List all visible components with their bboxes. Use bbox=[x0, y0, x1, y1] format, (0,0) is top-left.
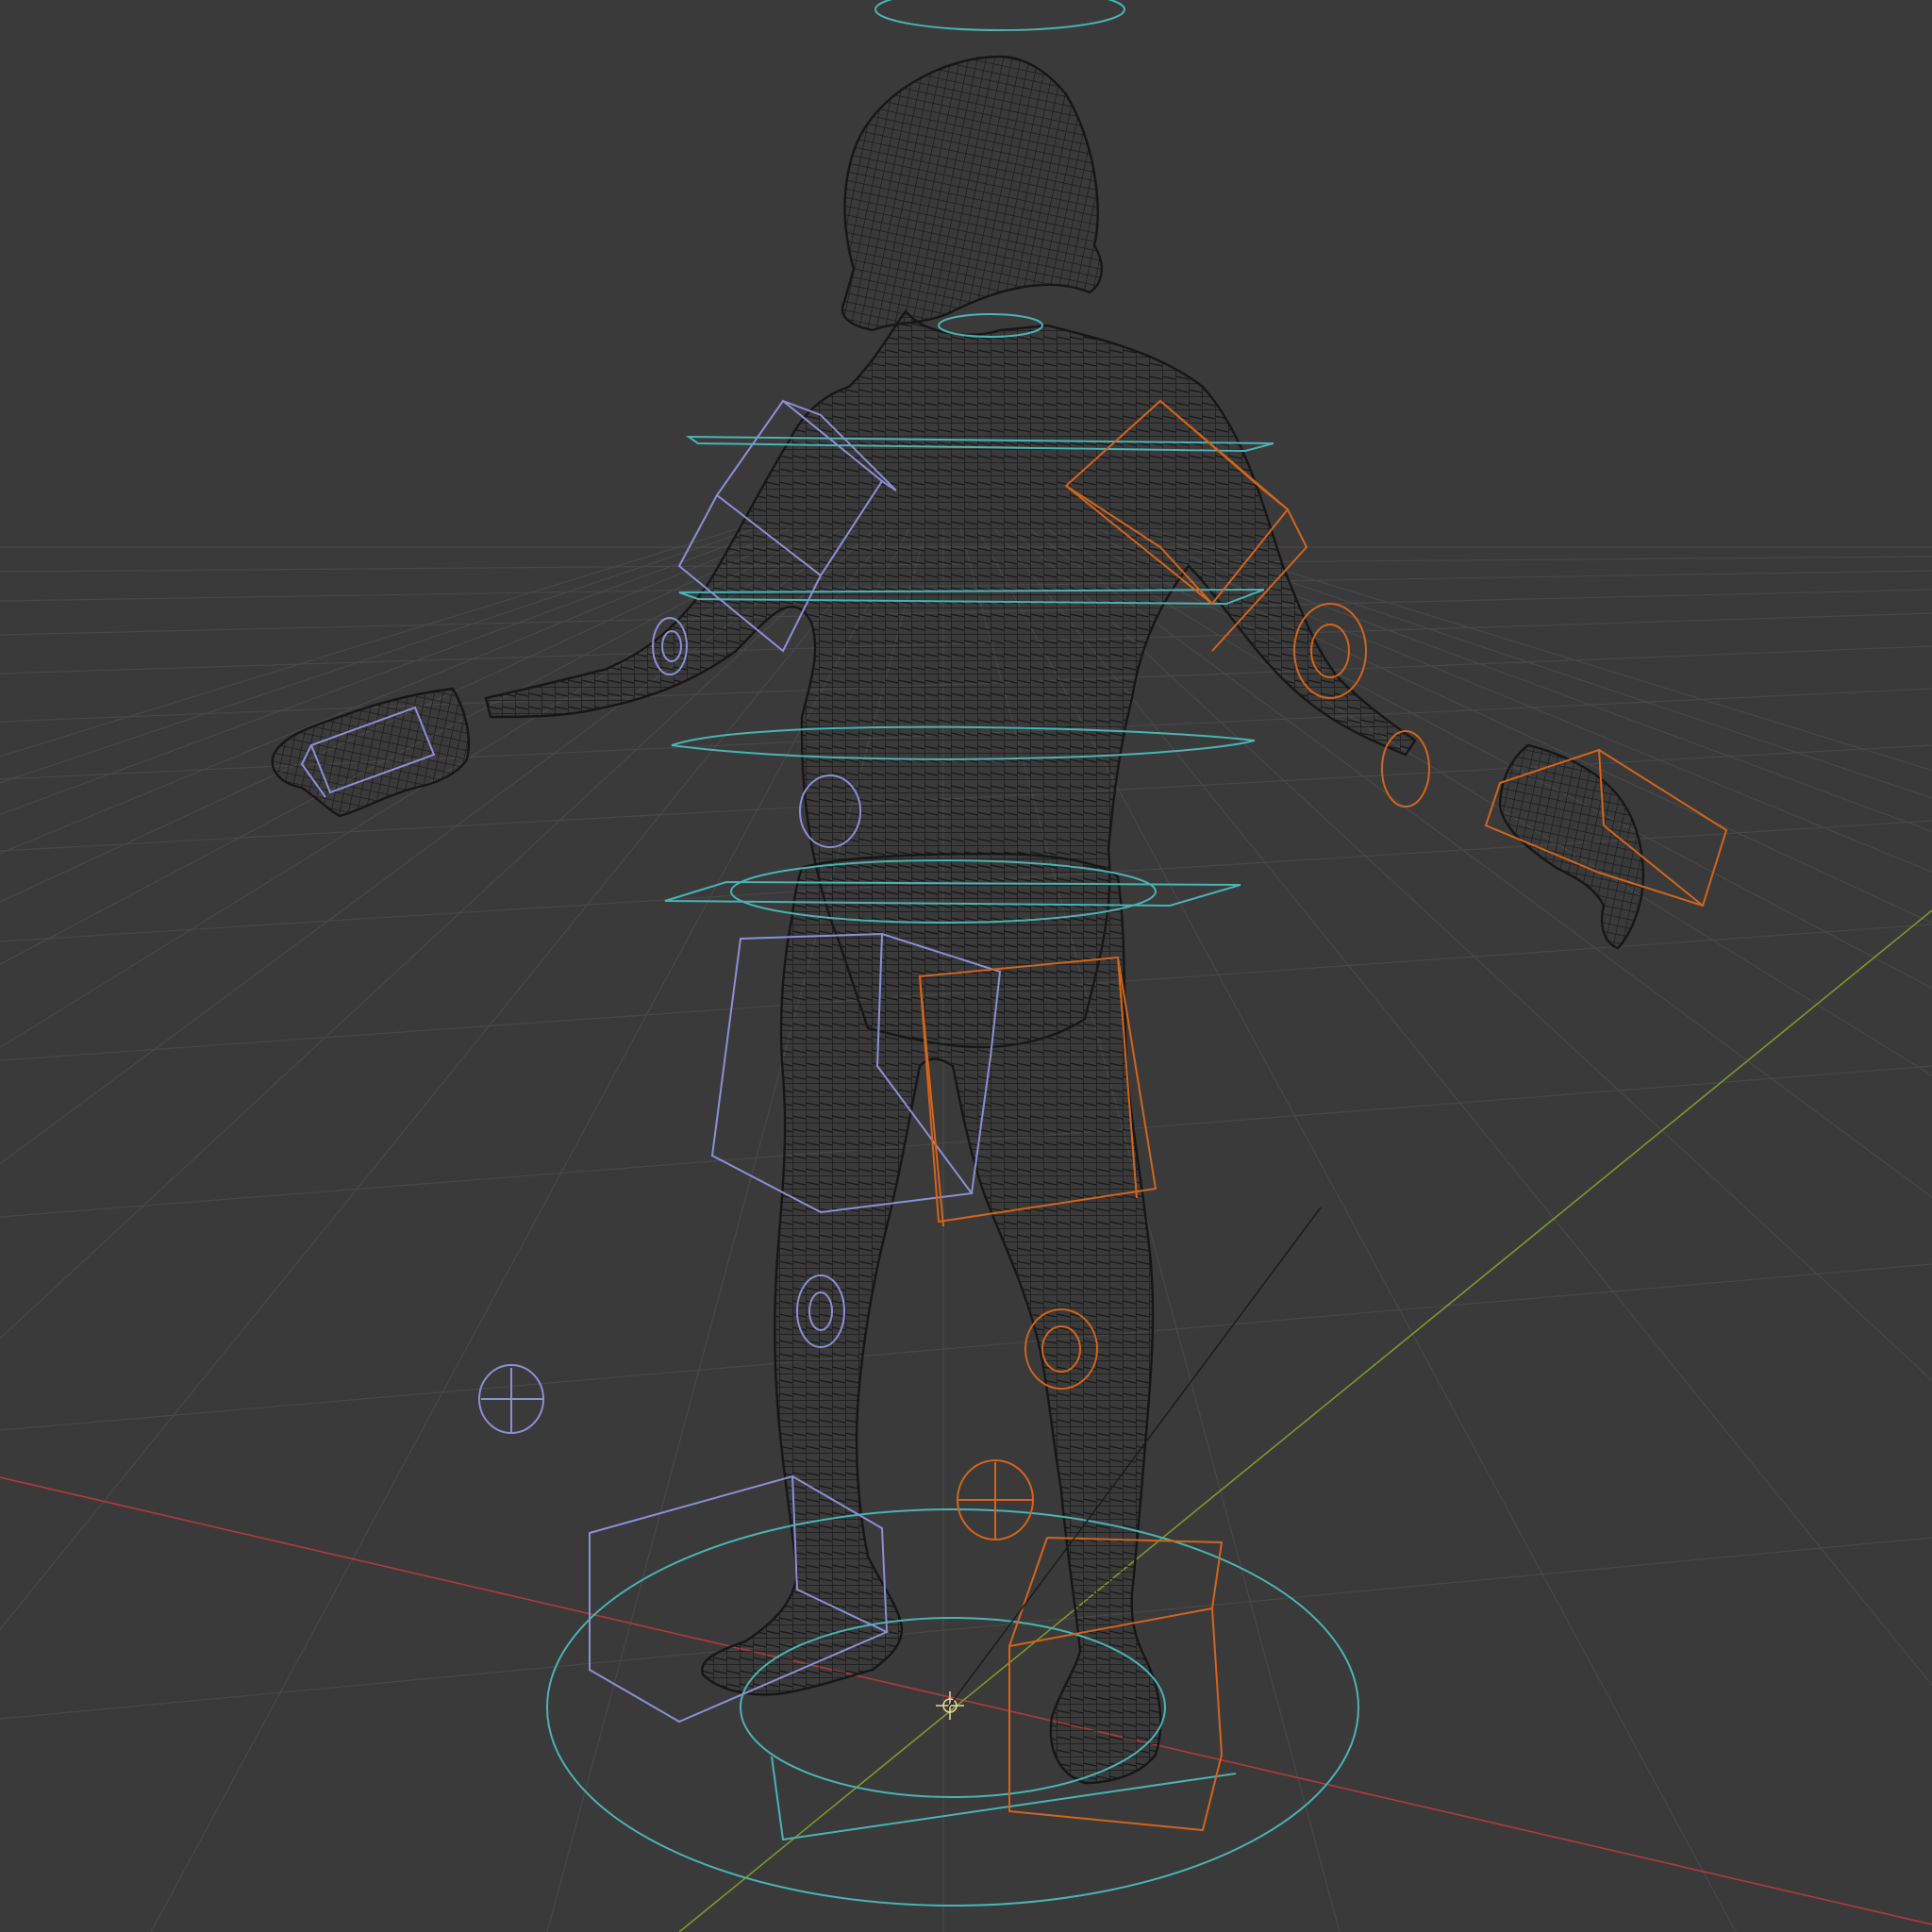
root-control-outer[interactable] bbox=[546, 1508, 1359, 1907]
head-mesh bbox=[841, 55, 1103, 332]
3d-viewport[interactable] bbox=[0, 0, 1932, 1932]
left-hand-mesh bbox=[271, 687, 471, 818]
grid-line bbox=[0, 1537, 1932, 1720]
grid-line bbox=[1129, 527, 1932, 799]
grid-line bbox=[1027, 527, 1932, 1198]
grid-line bbox=[1095, 527, 1932, 874]
head-control[interactable] bbox=[874, 0, 1125, 31]
legs-mesh bbox=[701, 852, 1162, 1785]
grid-line bbox=[1044, 527, 1932, 1076]
character-mesh[interactable] bbox=[271, 55, 1644, 1785]
grid-line bbox=[0, 1263, 1932, 1431]
x-axis-line bbox=[0, 1476, 1932, 1925]
grid-line bbox=[1061, 527, 1932, 990]
grid-line bbox=[1078, 527, 1932, 924]
